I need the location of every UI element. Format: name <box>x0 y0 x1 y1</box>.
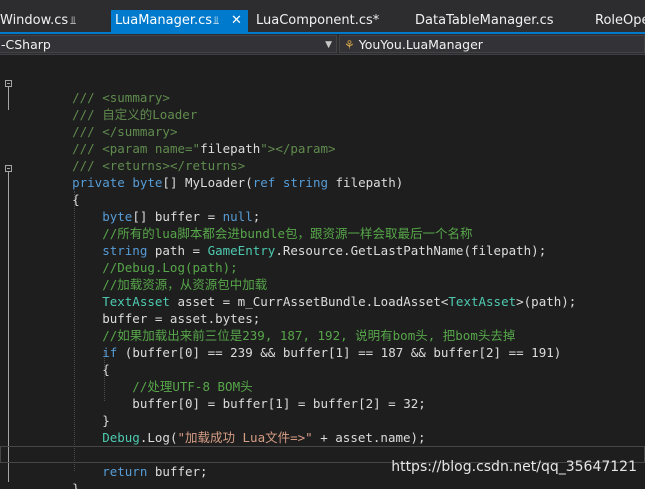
tab-label: DataTableManager.cs <box>415 13 554 28</box>
code-line[interactable]: buffer[0] = buffer[1] = buffer[2] = 32; <box>0 395 645 412</box>
code-token: >(path); <box>516 294 577 309</box>
code-token: </summary> <box>102 124 178 139</box>
tab-label: Window.cs <box>0 13 69 28</box>
pin-icon[interactable]: ⫫ <box>213 10 219 32</box>
tab-luamanager-cs[interactable]: LuaManager.cs ⫫ ✕ <box>111 10 248 32</box>
code-token: /// <box>42 141 103 156</box>
code-token: return <box>42 464 148 479</box>
code-token: /// <box>42 158 103 173</box>
navigation-bar: -CSharp ▼ ⚘ YouYou.LuaManager <box>0 34 645 55</box>
code-line[interactable]: TextAsset asset = m_CurrAssetBundle.Load… <box>0 293 645 310</box>
code-line[interactable]: { <box>0 191 645 208</box>
code-token: buffer = asset.bytes; <box>42 311 261 326</box>
code-token: .Resource.GetLastPathName(filepath); <box>275 243 547 258</box>
class-icon: ⚘ <box>344 38 355 52</box>
code-token: + asset.name); <box>312 430 426 445</box>
code-token: } <box>42 413 110 428</box>
code-token: .Log( <box>139 430 178 445</box>
code-token: ref <box>252 175 283 190</box>
tab-label: RoleOpe <box>595 13 645 28</box>
code-token: } <box>42 481 80 489</box>
code-line[interactable]: /// </summary> <box>0 123 645 140</box>
code-token: if <box>42 345 118 360</box>
code-token: string <box>282 175 328 190</box>
code-line[interactable]: } <box>0 412 645 429</box>
code-line[interactable]: //所有的lua脚本都会进bundle包，跟资源一样会取最后一个名称 <box>0 225 645 242</box>
code-editor[interactable]: /// <summary> /// 自定义的Loader /// </summa… <box>0 55 645 489</box>
code-token: //如果加载出来前三位是239, 187, 192, 说明有bom头, 把bom… <box>42 328 516 343</box>
code-token: private <box>42 175 133 190</box>
code-line[interactable]: //处理UTF-8 BOM头 <box>0 378 645 395</box>
code-token: string <box>42 243 148 258</box>
code-token: (buffer[0] == 239 && buffer[1] == 187 &&… <box>117 345 562 360</box>
code-line[interactable]: byte[] buffer = null; <box>0 208 645 225</box>
pin-icon[interactable]: ⫫ <box>70 10 76 32</box>
code-token: { <box>42 362 110 377</box>
code-token: [] buffer = <box>132 209 223 224</box>
code-token: /// 自定义的Loader <box>42 107 198 122</box>
code-token: byte <box>132 175 163 190</box>
code-token: [] MyLoader( <box>162 175 253 190</box>
code-line[interactable]: //加载资源，从资源包中加载 <box>0 276 645 293</box>
code-token: "></param> <box>260 141 336 156</box>
code-token: /// <box>42 124 103 139</box>
code-token: <summary> <box>102 90 170 105</box>
code-line[interactable]: //如果加载出来前三位是239, 187, 192, 说明有bom头, 把bom… <box>0 327 645 344</box>
code-line[interactable]: string path = GameEntry.Resource.GetLast… <box>0 242 645 259</box>
code-token: buffer; <box>147 464 208 479</box>
project-name: -CSharp <box>1 37 51 52</box>
code-token: buffer[0] = buffer[1] = buffer[2] = 32; <box>42 396 426 411</box>
document-tab-bar: Window.cs ⫫ LuaManager.cs ⫫ ✕ LuaCompone… <box>0 0 645 32</box>
tab-luacomponent-cs[interactable]: LuaComponent.cs* <box>252 10 392 32</box>
code-token: TextAsset <box>42 294 170 309</box>
code-token: ; <box>252 209 261 224</box>
code-token: //所有的lua脚本都会进bundle包，跟资源一样会取最后一个名称 <box>42 226 473 241</box>
code-token: path = <box>147 243 208 258</box>
code-line[interactable]: { <box>0 361 645 378</box>
code-token: /// <box>42 90 103 105</box>
code-token: filepath <box>200 141 261 156</box>
code-line[interactable]: //Debug.Log(path); <box>0 259 645 276</box>
code-token: Debug <box>42 430 140 445</box>
code-token: //Debug.Log(path); <box>42 260 238 275</box>
code-token: <param name=" <box>102 141 201 156</box>
close-icon[interactable]: ✕ <box>231 10 242 32</box>
tab-label: LuaComponent.cs* <box>256 13 380 28</box>
code-token: filepath) <box>328 175 404 190</box>
code-token: asset = m_CurrAssetBundle.LoadAsset< <box>169 294 449 309</box>
code-token: //处理UTF-8 BOM头 <box>42 379 253 394</box>
tab-roleope[interactable]: RoleOpe <box>591 10 645 32</box>
code-token: GameEntry <box>207 243 276 258</box>
code-token: { <box>42 192 80 207</box>
tab-label: LuaManager.cs <box>115 13 213 28</box>
tab-datatablemanager-cs[interactable]: DataTableManager.cs <box>411 10 571 32</box>
type-dropdown[interactable]: ⚘ YouYou.LuaManager <box>339 35 645 53</box>
code-line[interactable]: /// <returns></returns> <box>0 157 645 174</box>
code-line[interactable]: /// 自定义的Loader <box>0 106 645 123</box>
code-token: null <box>222 209 253 224</box>
code-token: <returns></returns> <box>102 158 246 173</box>
type-name: YouYou.LuaManager <box>358 37 483 52</box>
code-token: "加载成功 Lua文件=>" <box>177 430 313 445</box>
project-dropdown[interactable]: -CSharp ▼ <box>0 35 337 53</box>
code-token: byte <box>42 209 133 224</box>
code-line[interactable]: } <box>0 480 645 489</box>
code-line[interactable]: if (buffer[0] == 239 && buffer[1] == 187… <box>0 344 645 361</box>
code-token: //加载资源，从资源包中加载 <box>42 277 268 292</box>
code-line[interactable]: buffer = asset.bytes; <box>0 310 645 327</box>
code-line[interactable]: private byte[] MyLoader(ref string filep… <box>0 174 645 191</box>
code-line[interactable]: /// <summary> <box>0 89 645 106</box>
chevron-down-icon[interactable]: ▼ <box>325 36 332 54</box>
code-token: TextAsset <box>448 294 517 309</box>
code-line[interactable] <box>0 72 645 89</box>
tab-window-cs[interactable]: Window.cs ⫫ <box>0 10 80 32</box>
watermark: https://blog.csdn.net/qq_35647121 <box>391 459 637 475</box>
code-line[interactable]: /// <param name="filepath"></param> <box>0 140 645 157</box>
code-line[interactable]: Debug.Log("加载成功 Lua文件=>" + asset.name); <box>0 429 645 446</box>
